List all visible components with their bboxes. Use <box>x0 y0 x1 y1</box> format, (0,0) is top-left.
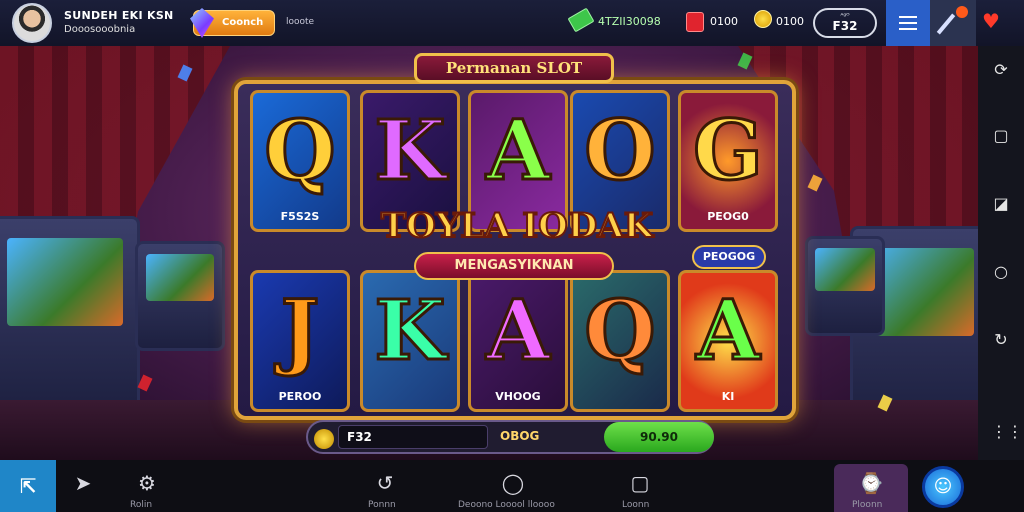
gem-shop-button[interactable]: Coonch <box>190 8 275 38</box>
menu-icon-bar <box>899 16 917 18</box>
reel-symbol: A <box>485 102 552 201</box>
top-misc-label: looote <box>286 17 315 27</box>
rotate-icon[interactable]: ⟳ <box>991 60 1011 80</box>
slot-title: Permanan SLOT <box>445 59 583 77</box>
bet-amount-field[interactable]: F32 <box>338 425 488 449</box>
magic-wand-button[interactable] <box>930 0 976 46</box>
level-value: F32 <box>832 19 858 33</box>
reel-symbol: G <box>691 102 764 201</box>
arcade-machine-right-back <box>805 236 885 336</box>
bottom-bar: ⇱ ➤ ⚙ Rolin ↺ Ponnn ◯ Deoono Looool lloo… <box>0 460 1024 512</box>
reel-symbol: Q <box>583 282 657 381</box>
profile-circle-button[interactable]: ☺ <box>922 466 964 508</box>
reel-tile: G PEOG0 <box>678 90 778 232</box>
reel-tile: Q <box>570 270 670 412</box>
reel-symbol: A <box>485 282 552 381</box>
notification-badge <box>956 6 968 18</box>
screenshot-icon[interactable]: ◪ <box>991 194 1011 214</box>
recent-apps-icon[interactable]: ▢ <box>627 470 653 496</box>
cash-icon <box>567 7 595 33</box>
reel-tile: A KI <box>678 270 778 412</box>
reel-caption: VHOOG <box>495 390 541 403</box>
timer-icon[interactable]: ⌚ <box>858 470 884 496</box>
coin-balance: 0100 <box>776 15 804 28</box>
reel-tile: Q F5S2S <box>250 90 350 232</box>
bet-coin-icon <box>314 429 334 449</box>
game-subheadline: MENGASYIKNAN <box>454 258 574 273</box>
bottom-item3-label: Deoono Looool lloooo <box>458 500 555 510</box>
reel-tile: K <box>360 270 460 412</box>
right-rail: ⟳ ▢ ◪ ○ ↻ ⋮⋮ <box>978 46 1024 460</box>
player-avatar[interactable] <box>12 3 52 43</box>
home-button[interactable]: ⇱ <box>0 460 56 512</box>
menu-icon-bar <box>899 22 917 24</box>
reel-tile: J PEROO <box>250 270 350 412</box>
reel-symbol: K <box>373 282 447 381</box>
game-headline: TOYLA IODAK <box>380 205 654 247</box>
square-icon[interactable]: ▢ <box>991 126 1011 146</box>
refresh-icon[interactable]: ↻ <box>991 330 1011 350</box>
gem-icon <box>190 8 214 38</box>
top-bar: SUNDEH EKI KSN Dooosooobnia Coonch looot… <box>0 0 1024 46</box>
arcade-machine-left <box>0 216 140 416</box>
bottom-item1-label: Rolin <box>130 500 153 510</box>
subheadline-banner: MENGASYIKNAN <box>414 252 614 280</box>
reel-caption: PEOG0 <box>707 210 749 223</box>
bottom-item4-label: Loonn <box>622 500 650 510</box>
reel-caption: PEROO <box>278 390 322 403</box>
ruby-icon <box>686 12 704 32</box>
reel-caption: F5S2S <box>280 210 320 223</box>
reel-caption: KI <box>721 390 735 403</box>
grid-icon[interactable]: ⋮⋮ <box>991 422 1023 442</box>
reel-symbol: Q <box>263 102 337 201</box>
reel-symbol: A <box>695 282 762 381</box>
slot-title-banner: Permanan SLOT <box>414 53 614 83</box>
win-amount[interactable]: 90.90 <box>604 422 714 452</box>
level-pill[interactable]: ᴬᵍᴼ F32 <box>813 8 877 38</box>
bottom-item5-label: Ploonn <box>852 500 883 510</box>
navigation-icon[interactable]: ➤ <box>70 470 96 496</box>
settings-gear-icon[interactable]: ⚙ <box>134 470 160 496</box>
circle-icon[interactable]: ○ <box>991 262 1011 282</box>
menu-icon-bar <box>899 28 917 30</box>
arcade-machine-left-back <box>135 241 225 351</box>
back-icon[interactable]: ↺ <box>372 470 398 496</box>
bet-bar: F32 OBOG 90.90 <box>306 420 714 454</box>
confetti <box>737 52 753 70</box>
home-circle-icon[interactable]: ◯ <box>500 470 526 496</box>
ruby-balance: 0100 <box>710 15 738 28</box>
reel-tile: A VHOOG <box>468 270 568 412</box>
confetti <box>807 174 823 192</box>
coin-icon <box>754 10 772 28</box>
menu-button[interactable] <box>886 0 930 46</box>
bet-mid-value: OBOG <box>500 429 540 443</box>
bonus-badge: PEOGOG <box>692 245 766 269</box>
cash-balance: 4TZII30098 <box>598 15 661 28</box>
bottom-item2-label: Ponnn <box>368 500 396 510</box>
reel-symbol: J <box>279 282 321 381</box>
favorite-icon[interactable]: ♥ <box>982 11 1002 31</box>
player-subtitle: Dooosooobnia <box>64 24 136 35</box>
magic-wand-icon <box>936 13 956 35</box>
reel-symbol: O <box>583 102 657 201</box>
player-name: SUNDEH EKI KSN <box>64 9 174 22</box>
gem-shop-label: Coonch <box>222 17 264 28</box>
reel-symbol: K <box>373 102 447 201</box>
